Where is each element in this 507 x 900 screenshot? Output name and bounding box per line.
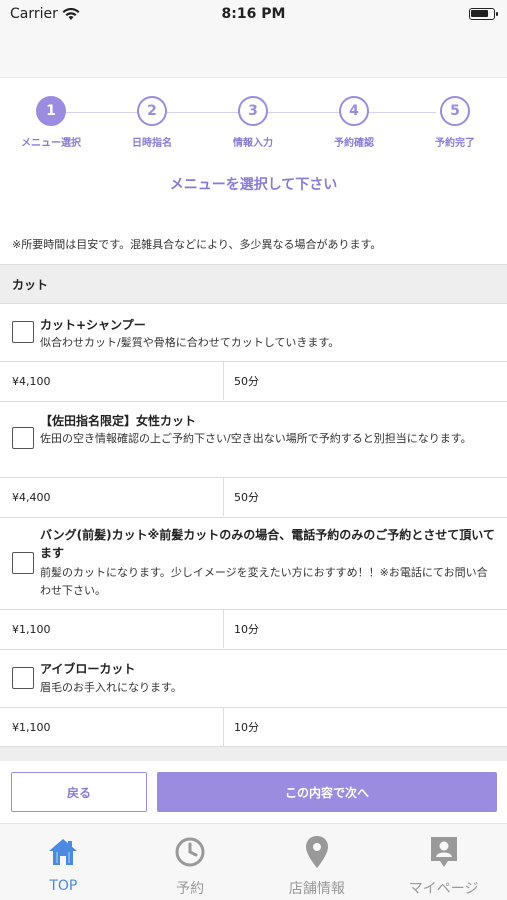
step-label: 日時指名 [132,138,172,149]
price-row: ¥4,100 50分 [0,362,507,400]
step-5: 5 予約完了 [415,96,495,149]
next-button[interactable]: この内容で次へ [157,772,497,812]
tab-mypage[interactable]: マイページ [380,824,507,900]
tab-label: マイページ [408,881,479,897]
step-3: 3 情報入力 [213,96,293,149]
tab-label: 店舗情報 [288,881,345,897]
navigation-bar [0,30,507,78]
step-4: 4 予約確認 [314,96,394,149]
menu-item-name: カット+シャンプー [40,318,146,332]
progress-steps: 1 メニュー選択 2 日時指名 3 情報入力 4 予約確認 5 予約完了 [0,96,507,156]
menu-item[interactable]: カット+シャンプー 似合わせカット/髪質や骨格に合わせてカットしていきます。 ¥… [0,304,507,402]
menu-item-price: ¥1,100 [0,610,224,648]
step-number: 2 [137,96,167,126]
step-2: 2 日時指名 [112,96,192,149]
notice-text: ※所要時間は目安です。混雑具合などにより、多少異なる場合があります。 [12,238,382,251]
menu-checkbox[interactable] [12,321,34,343]
price-row: ¥1,100 10分 [0,610,507,648]
tab-label: 予約 [176,881,205,897]
step-label: 予約確認 [334,138,374,149]
menu-item[interactable]: バング(前髪)カット※前髪カットのみの場合、電話予約のみのご予約とさせて頂いてま… [0,518,507,650]
list-footer-spacer [0,747,507,761]
menu-item-duration: 50分 [234,491,259,504]
menu-checkbox[interactable] [12,552,34,574]
menu-checkbox[interactable] [12,667,34,689]
menu-item-description: 前髪のカットになります。少しイメージを変えたい方におすすめ！！※お電話にてお問い… [40,566,488,597]
step-number: 3 [238,96,268,126]
menu-item-description: 似合わせカット/髪質や骨格に合わせてカットしていきます。 [40,336,340,349]
menu-checkbox[interactable] [12,427,34,449]
person-badge-icon [380,834,507,870]
status-time: 8:16 PM [221,6,286,22]
menu-item-name: バング(前髪)カット※前髪カットのみの場合、電話予約のみのご予約とさせて頂いてま… [40,528,495,560]
map-pin-icon [254,834,381,870]
section-header-cut: カット [0,264,507,304]
page-title: メニューを選択して下さい [169,177,338,193]
step-number: 1 [36,96,66,126]
tab-store-info[interactable]: 店舗情報 [254,824,381,900]
tab-bar: TOP 予約 店舗情報 マイページ [0,823,507,900]
menu-item-name: 【佐田指名限定】女性カット [40,414,197,428]
home-icon [0,834,127,870]
menu-item-duration: 50分 [234,375,259,388]
menu-item[interactable]: アイブローカット 眉毛のお手入れになります。 ¥1,100 10分 [0,650,507,747]
step-1: 1 メニュー選択 [11,96,91,149]
clock-icon [127,834,254,870]
menu-item-duration: 10分 [234,623,259,636]
step-number: 4 [339,96,369,126]
tab-reservation[interactable]: 予約 [127,824,254,900]
battery-icon [469,8,498,20]
status-bar: Carrier 8:16 PM [0,0,507,30]
step-label: 予約完了 [435,138,475,149]
menu-item-description: 眉毛のお手入れになります。 [40,681,182,694]
menu-item-description: 佐田の空き情報確認の上ご予約下さい/空き出ない場所で予約すると別担当になります。 [40,432,472,445]
step-label: メニュー選択 [21,138,81,149]
price-row: ¥1,100 10分 [0,708,507,746]
menu-item-duration: 10分 [234,721,259,734]
step-number: 5 [440,96,470,126]
menu-item-price: ¥4,100 [0,362,224,400]
menu-item-name: アイブローカット [40,662,136,676]
menu-item-price: ¥1,100 [0,708,224,746]
menu-item[interactable]: 【佐田指名限定】女性カット 佐田の空き情報確認の上ご予約下さい/空き出ない場所で… [0,402,507,518]
tab-top[interactable]: TOP [0,824,127,900]
price-row: ¥4,400 50分 [0,478,507,516]
tab-label: TOP [49,878,78,894]
menu-item-price: ¥4,400 [0,478,224,516]
step-label: 情報入力 [233,138,273,149]
back-button[interactable]: 戻る [11,772,147,812]
